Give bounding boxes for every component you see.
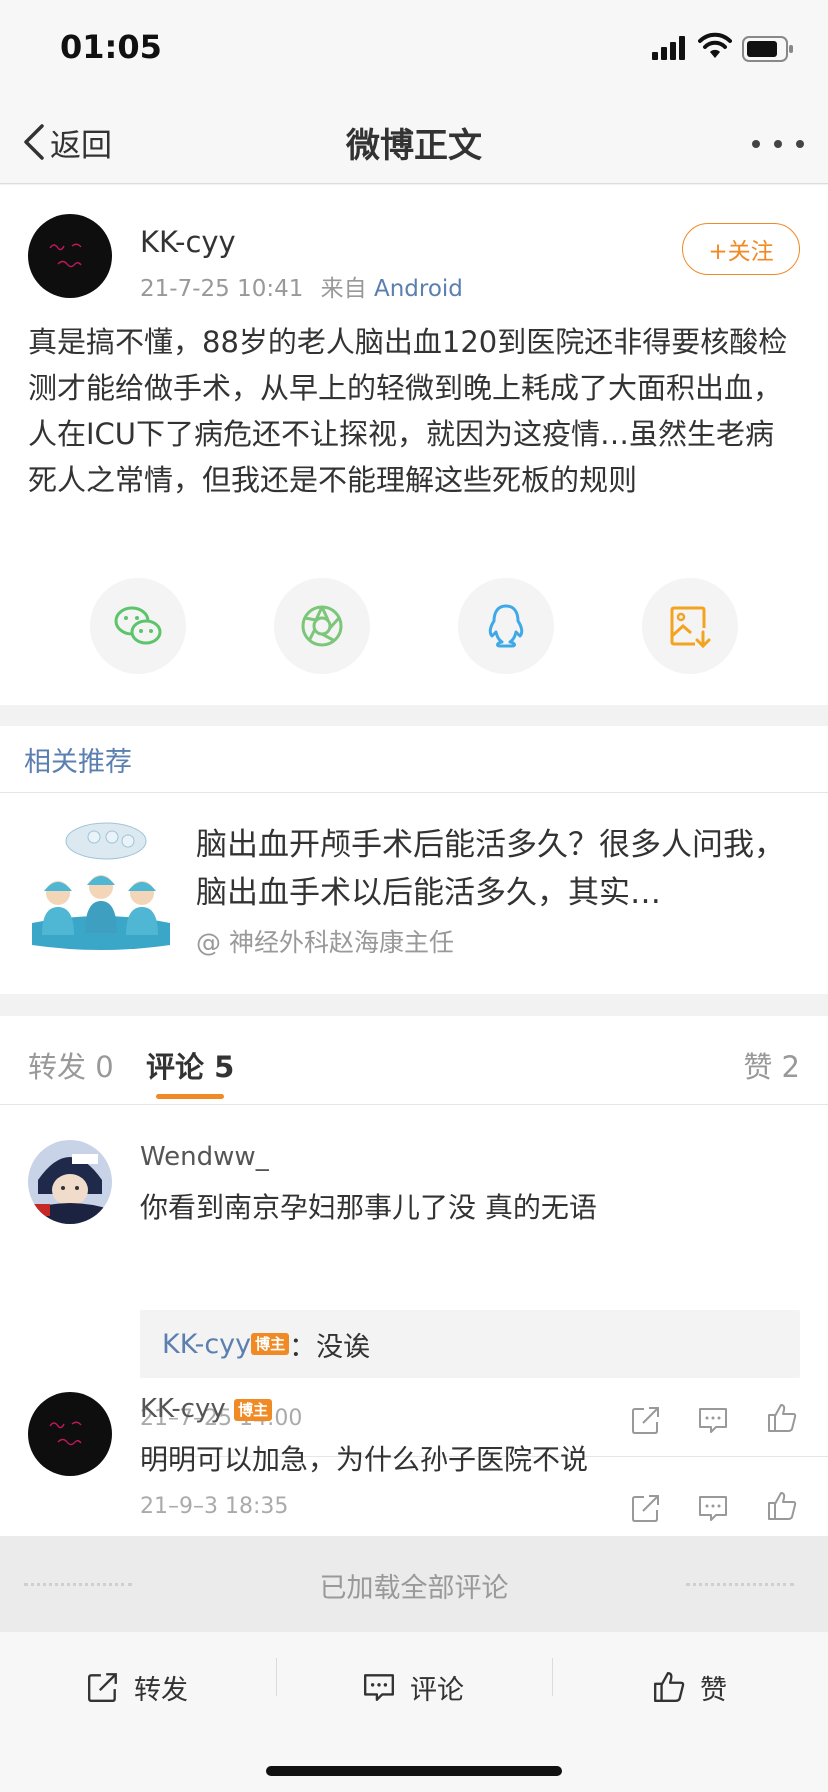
status-time: 01:05	[60, 28, 162, 66]
avatar-scribble-icon	[49, 1421, 82, 1446]
wifi-icon	[698, 32, 732, 58]
related-article-source: @ 神经外科赵海康主任	[196, 928, 454, 957]
home-indicator	[266, 1766, 562, 1776]
tab-reposts[interactable]: 转发 0	[28, 1044, 114, 1086]
comment-time: 21–9–3 18:35	[140, 1494, 289, 1519]
article-thumbnail	[28, 815, 174, 961]
related-article-card[interactable]: 脑出血开颅手术后能活多久？很多人问我，脑出血手术以后能活多久，其实… @ 神经外…	[0, 793, 828, 994]
post-meta: 21-7-25 10:41 来自 Android	[140, 269, 463, 303]
like-icon[interactable]	[766, 1490, 798, 1522]
author-avatar[interactable]	[28, 214, 112, 298]
more-options-button[interactable]	[752, 124, 804, 164]
chevron-left-icon	[24, 124, 44, 160]
like-label: 赞	[700, 1674, 727, 1706]
related-title: 相关推荐	[24, 747, 132, 778]
back-button[interactable]: 返回	[20, 118, 112, 166]
tab-likes[interactable]: 赞 2	[743, 1044, 800, 1086]
comment-text: 明明可以加急，为什么孙子医院不说	[140, 1443, 589, 1476]
nav-bar: 返回 微博正文	[0, 100, 828, 184]
comment-icon	[364, 1674, 394, 1701]
page-title: 微博正文	[346, 126, 482, 166]
reply-preview[interactable]: KK-cyy 博主 ：没诶	[140, 1310, 800, 1378]
related-section: 相关推荐 脑出血开颅手术后能活多久？很多人问我，脑出血手术以后能活多久，其实… …	[0, 726, 828, 994]
share-moments-button[interactable]	[274, 578, 370, 674]
comment-button[interactable]: 评论	[362, 1662, 464, 1712]
related-article-text: 脑出血开颅手术后能活多久？很多人问我，脑出血手术以后能活多久，其实…	[196, 827, 785, 911]
moments-icon	[301, 605, 343, 647]
save-image-button[interactable]	[642, 578, 738, 674]
post-source: Android	[373, 276, 463, 302]
dot-icon	[752, 140, 760, 148]
comment-item: KK-cyy 博主 明明可以加急，为什么孙子医院不说 21–9–3 18:35	[0, 1378, 828, 1538]
reply-author[interactable]: KK-cyy	[162, 1329, 251, 1360]
author-badge: 博主	[251, 1333, 290, 1355]
qq-icon	[488, 604, 524, 648]
avatar-scribble-icon	[49, 243, 82, 268]
dot-icon	[796, 140, 804, 148]
forward-icon[interactable]	[630, 1492, 662, 1524]
wechat-icon	[114, 606, 162, 645]
share-wechat-button[interactable]	[90, 578, 186, 674]
commenter-name-row: KK-cyy 博主	[140, 1394, 273, 1424]
battery-icon	[742, 36, 793, 62]
active-tab-indicator	[156, 1094, 224, 1099]
post-card: KK-cyy 21-7-25 10:41 来自 Android +关注 真是搞不…	[0, 185, 828, 705]
dotted-divider	[686, 1583, 794, 1586]
divider	[552, 1658, 553, 1696]
divider	[0, 1104, 828, 1105]
author-badge: 博主	[234, 1398, 273, 1421]
follow-button[interactable]: +关注	[682, 223, 800, 275]
reply-icon[interactable]	[697, 1492, 729, 1524]
source-prefix: 来自	[320, 276, 367, 302]
reply-text: ：没诶	[289, 1331, 371, 1363]
forward-icon	[88, 1673, 117, 1702]
comment-text: 你看到南京孕妇那事儿了没 真的无语	[140, 1191, 597, 1224]
status-bar: 01:05	[0, 0, 828, 100]
like-button[interactable]: 赞	[652, 1662, 727, 1712]
like-icon	[654, 1672, 685, 1702]
cellular-signal-icon	[652, 36, 685, 60]
commenter-name[interactable]: KK-cyy	[140, 1394, 226, 1424]
comment-item: Wendww_ 你看到南京孕妇那事儿了没 真的无语 KK-cyy 博主 ：没诶 …	[0, 1106, 828, 1457]
commenter-avatar[interactable]	[28, 1392, 112, 1476]
repost-button[interactable]: 转发	[86, 1662, 188, 1712]
comment-label: 评论	[410, 1674, 464, 1706]
dot-icon	[774, 140, 782, 148]
save-image-icon	[670, 606, 711, 648]
author-name[interactable]: KK-cyy	[140, 225, 236, 259]
post-timestamp: 21-7-25 10:41	[140, 276, 304, 302]
back-label: 返回	[50, 127, 112, 164]
share-qq-button[interactable]	[458, 578, 554, 674]
comments-section: 转发 0 评论 5 赞 2 Wendww_ 你看到南京孕妇那事儿了没 真的无语 …	[0, 1016, 828, 1536]
tab-comments[interactable]: 评论 5	[146, 1044, 234, 1086]
all-comments-loaded-bar: 已加载全部评论	[0, 1536, 828, 1632]
divider	[276, 1658, 277, 1696]
post-text: 真是搞不懂，88岁的老人脑出血120到医院还非得要核酸检测才能给做手术，从早上的…	[28, 325, 788, 497]
bottom-toolbar: 转发 评论 赞	[0, 1632, 828, 1792]
commenter-name[interactable]: Wendww_	[140, 1142, 269, 1172]
repost-label: 转发	[134, 1674, 188, 1706]
commenter-avatar[interactable]	[28, 1140, 112, 1224]
